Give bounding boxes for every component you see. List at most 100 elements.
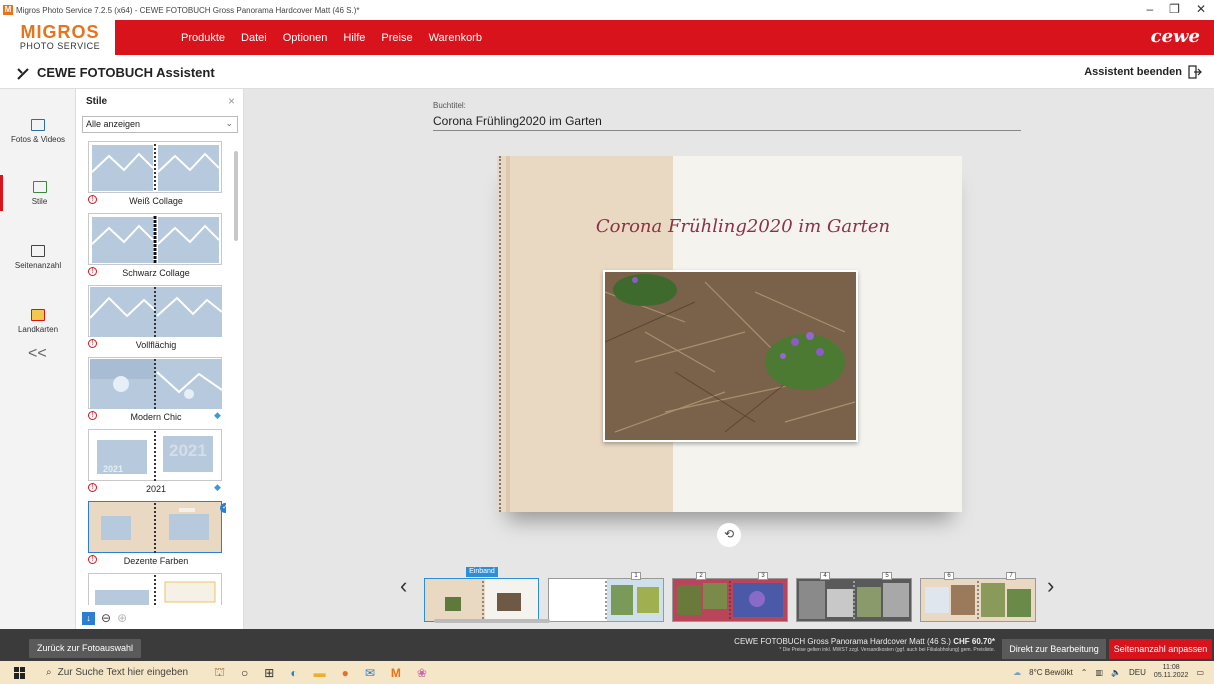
tray-chevron-icon[interactable]: ⌃ [1081, 668, 1088, 677]
page-thumbnail [677, 581, 783, 619]
volume-icon[interactable]: 🔈 [1111, 668, 1121, 677]
mountain-placeholder-icon [91, 216, 220, 264]
style-thumb-weiss-collage[interactable] [88, 141, 222, 193]
cover-photo[interactable] [603, 270, 858, 442]
page-thumb-2-3[interactable] [672, 578, 788, 622]
page-number: 7 [1006, 572, 1016, 580]
cover-thumb[interactable] [424, 578, 539, 622]
page-thumbnail [799, 581, 909, 619]
nav-fotos-videos[interactable]: Fotos & Videos [0, 119, 76, 144]
menu-bar: Produkte Datei Optionen Hilfe Preise War… [115, 20, 1214, 55]
weather-text[interactable]: 8°C Bewölkt [1029, 668, 1073, 677]
price-note: * Die Preise gelten inkl. MWST zzgl. Ver… [779, 647, 995, 653]
product-line: CEWE FOTOBUCH Gross Panorama Hardcover M… [734, 637, 951, 646]
file-explorer-icon[interactable]: ▬ [314, 666, 326, 680]
download-icon[interactable]: ↓ [82, 611, 95, 625]
exit-assistant-button[interactable]: Assistent beenden [1084, 65, 1202, 79]
direct-edit-button[interactable]: Direkt zur Bearbeitung [1002, 639, 1106, 659]
style-thumb-modern-chic[interactable] [88, 357, 223, 409]
einband-tab[interactable]: Einband [466, 567, 498, 577]
styles-tools: ↓ ⊖ ⊕ [82, 611, 127, 625]
book-cover-preview[interactable]: Corona Frühling2020 im Garten [497, 156, 962, 512]
widgets-icon[interactable]: ⊞ [264, 666, 274, 680]
style-thumb-partial[interactable] [88, 573, 222, 605]
mail-icon[interactable]: ✉ [365, 666, 375, 680]
close-panel-icon[interactable]: × [228, 94, 235, 108]
action-bar: Zurück zur Fotoauswahl CEWE FOTOBUCH Gro… [0, 629, 1214, 661]
book-title-input[interactable]: Corona Frühling2020 im Garten [433, 114, 1021, 131]
zoom-out-icon[interactable]: ⊖ [101, 611, 111, 625]
svg-text:2021: 2021 [103, 464, 123, 474]
menu-hilfe[interactable]: Hilfe [335, 32, 373, 44]
maximize-button[interactable]: ❐ [1169, 2, 1180, 16]
styles-list: ! Weiß Collage ! Schwarz Collage ! Vollf… [86, 141, 226, 605]
styles-heading: Stile [86, 96, 108, 107]
price-value: CHF 60.70* [953, 637, 995, 646]
page-thumbnail-strip: Einband 1 2 3 4 5 6 7 [424, 565, 1044, 622]
network-icon[interactable]: ▥ [1096, 668, 1104, 677]
page-thumb-6-7[interactable] [920, 578, 1036, 622]
page-thumb-1[interactable] [548, 578, 664, 622]
main-menu: Produkte Datei Optionen Hilfe Preise War… [173, 32, 490, 44]
notification-icon[interactable]: ▭ [1196, 668, 1204, 677]
taskbar-search[interactable]: ⌕ Zur Suche Text hier eingeben [46, 667, 206, 678]
collapse-nav-button[interactable]: << [28, 345, 47, 363]
menu-optionen[interactable]: Optionen [275, 32, 336, 44]
pages-scrollbar[interactable] [424, 617, 1034, 625]
taskbar-apps: ⛫ ○ ⊞ ◐ ▬ ● ✉ M ❀ [214, 665, 427, 681]
menu-datei[interactable]: Datei [233, 32, 275, 44]
edge-browser-icon[interactable]: ◐ [290, 666, 297, 680]
exit-icon [1188, 65, 1202, 79]
map-pin-icon [31, 309, 45, 321]
back-to-photos-button[interactable]: Zurück zur Fotoauswahl [29, 639, 142, 658]
styles-filter-select[interactable]: Alle anzeigen ⌄ [82, 116, 238, 133]
style-thumb-2021[interactable]: 2021 2021 [88, 429, 222, 481]
cover-title: Corona Frühling2020 im Garten [595, 216, 891, 237]
cover-spine [506, 156, 510, 512]
app-logo-icon: M [3, 5, 13, 15]
garden-violets-photo [605, 272, 856, 440]
menu-produkte[interactable]: Produkte [173, 32, 233, 44]
page-number: 3 [758, 572, 768, 580]
style-thumb-schwarz-collage[interactable] [88, 213, 222, 265]
migros-app-icon[interactable]: M [391, 666, 401, 680]
windows-start-icon[interactable] [14, 666, 26, 679]
menu-warenkorb[interactable]: Warenkorb [421, 32, 490, 44]
next-pages-button[interactable]: › [1047, 573, 1054, 599]
style-thumb-dezente-farben[interactable] [88, 501, 222, 553]
muted-colors-design-icon [101, 503, 209, 553]
mountain-placeholder-icon [89, 287, 223, 337]
nav-stile[interactable]: Stile [0, 175, 76, 211]
page-thumbnail [925, 581, 1031, 619]
adjust-pages-button[interactable]: Seitenanzahl anpassen [1109, 639, 1212, 659]
nav-seitenanzahl[interactable]: Seitenanzahl [0, 245, 76, 270]
styles-icon [32, 181, 47, 193]
rotate-view-button[interactable]: ⟲ [717, 523, 741, 547]
style-label: Schwarz Collage [122, 268, 190, 278]
language-indicator[interactable]: DEU [1129, 668, 1146, 677]
style-thumb-vollflaechig[interactable] [88, 285, 223, 337]
premium-diamond-icon: ◆ [214, 410, 221, 420]
system-tray: ☁ 8°C Bewölkt ⌃ ▥ 🔈 DEU 11:08 05.11.2022… [1013, 664, 1204, 680]
nav-landkarten[interactable]: Landkarten [0, 309, 76, 334]
close-button[interactable]: ✕ [1196, 2, 1206, 16]
os-taskbar: ⌕ Zur Suche Text hier eingeben ⛫ ○ ⊞ ◐ ▬… [0, 661, 1214, 684]
firefox-icon[interactable]: ● [342, 666, 349, 680]
page-thumb-4-5[interactable] [796, 578, 912, 622]
task-view-icon[interactable]: ○ [241, 666, 248, 680]
styles-scrollbar[interactable] [234, 141, 239, 601]
app-window: M Migros Photo Service 7.2.5 (x64) - CEW… [0, 0, 1214, 684]
zoom-in-icon[interactable]: ⊕ [117, 611, 127, 625]
castle-widget-icon[interactable]: ⛫ [214, 665, 225, 681]
mountain-placeholder-icon [95, 575, 216, 605]
cover-thumbnail [445, 579, 538, 621]
menu-preise[interactable]: Preise [373, 32, 420, 44]
photo-app-icon[interactable]: ❀ [417, 666, 427, 680]
style-label: Dezente Farben [123, 556, 189, 566]
page-number: 2 [696, 572, 706, 580]
prev-pages-button[interactable]: ‹ [400, 573, 407, 599]
migros-logo: MIGROS PHOTO SERVICE [10, 23, 110, 53]
clock[interactable]: 11:08 05.11.2022 [1154, 664, 1189, 680]
style-label: Weiß Collage [129, 196, 183, 206]
minimize-button[interactable]: – [1146, 2, 1153, 16]
